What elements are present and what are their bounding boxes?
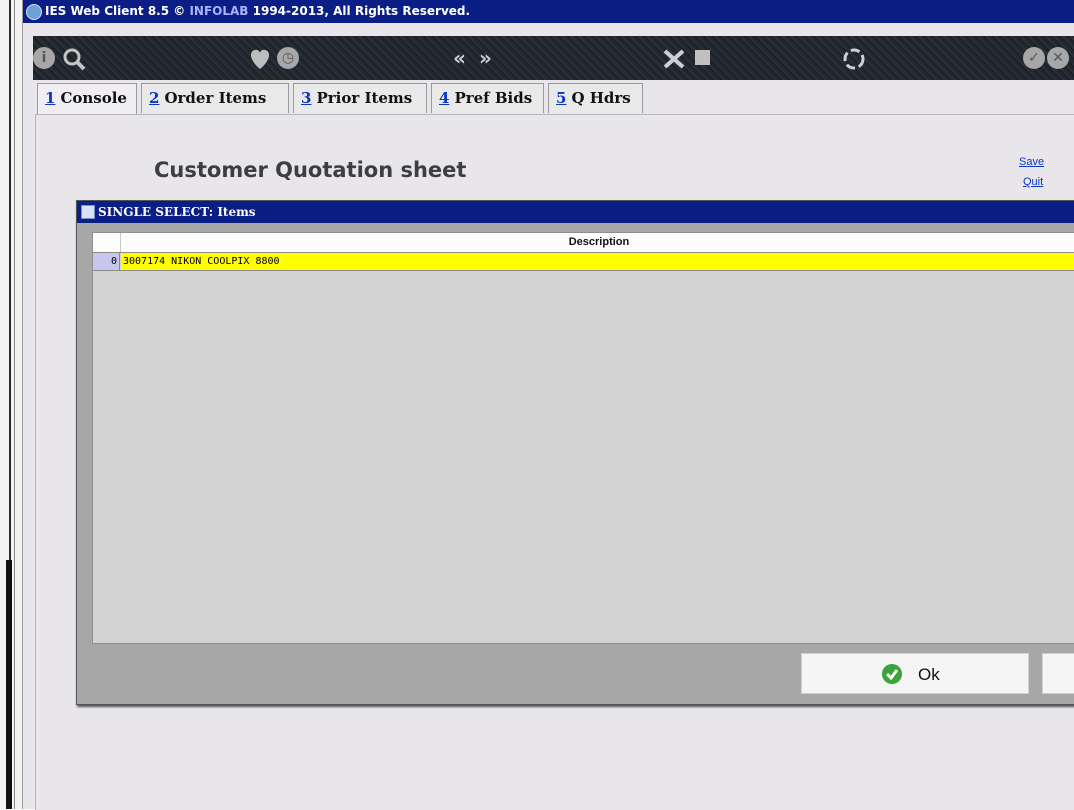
title-brand: INFOLAB bbox=[189, 4, 249, 18]
row-description[interactable]: 3007174 NIKON COOLPIX 8800 bbox=[121, 253, 1074, 270]
check-circle-icon bbox=[882, 664, 902, 684]
tab-label: Order Items bbox=[164, 89, 267, 107]
tab-label: Q Hdrs bbox=[571, 89, 631, 107]
window-titlebar: IES Web Client 8.5 © INFOLAB 1994-2013, … bbox=[23, 0, 1074, 23]
info-icon[interactable]: i bbox=[33, 47, 55, 69]
tab-label: Console bbox=[60, 89, 127, 107]
tab-number: 4 bbox=[439, 89, 450, 107]
left-edge bbox=[0, 0, 22, 809]
items-grid: Description 0 3007174 NIKON COOLPIX 8800 bbox=[92, 232, 1074, 644]
table-row[interactable]: 0 3007174 NIKON COOLPIX 8800 bbox=[93, 253, 1074, 271]
next-icon[interactable]: » bbox=[479, 47, 492, 69]
tab-number: 1 bbox=[45, 89, 56, 107]
tab-number: 3 bbox=[301, 89, 312, 107]
prev-icon[interactable]: « bbox=[453, 47, 466, 69]
tab-prior-items[interactable]: 3 Prior Items bbox=[293, 83, 427, 113]
heart-icon[interactable] bbox=[247, 47, 273, 75]
dialog-icon bbox=[81, 205, 95, 219]
window-title: IES Web Client 8.5 © INFOLAB 1994-2013, … bbox=[45, 4, 470, 18]
quit-link[interactable]: Quit bbox=[1023, 176, 1043, 188]
dialog-titlebar: SINGLE SELECT: Items bbox=[77, 201, 1074, 223]
title-prefix: IES Web Client 8.5 © bbox=[45, 4, 190, 18]
clock-icon[interactable]: ◷ bbox=[277, 47, 299, 69]
grid-corner bbox=[93, 233, 121, 252]
app-icon bbox=[26, 4, 42, 20]
ok-button[interactable]: Ok bbox=[801, 653, 1029, 694]
tab-number: 5 bbox=[556, 89, 567, 107]
toolbar: i ◷ « » ✓ ✕ bbox=[33, 36, 1074, 80]
tab-console[interactable]: 1 Console bbox=[37, 83, 137, 115]
single-select-dialog: SINGLE SELECT: Items Description 0 30071… bbox=[76, 200, 1074, 705]
grid-header: Description bbox=[93, 233, 1074, 253]
tab-label: Pref Bids bbox=[454, 89, 533, 107]
tab-order-items[interactable]: 2 Order Items bbox=[141, 83, 289, 113]
tab-label: Prior Items bbox=[316, 89, 413, 107]
tools-icon[interactable] bbox=[661, 47, 689, 75]
app-window: IES Web Client 8.5 © INFOLAB 1994-2013, … bbox=[22, 0, 1074, 810]
tab-pref-bids[interactable]: 4 Pref Bids bbox=[431, 83, 544, 113]
close-icon[interactable]: ✕ bbox=[1047, 47, 1069, 69]
page-title: Customer Quotation sheet bbox=[154, 158, 467, 182]
tab-q-hdrs[interactable]: 5Q Hdrs bbox=[548, 83, 643, 113]
search-icon[interactable] bbox=[61, 47, 87, 75]
tab-number: 2 bbox=[149, 89, 160, 107]
confirm-icon[interactable]: ✓ bbox=[1023, 47, 1045, 69]
column-header-description[interactable]: Description bbox=[121, 236, 1074, 248]
stop-icon[interactable] bbox=[693, 47, 713, 73]
row-index[interactable]: 0 bbox=[93, 253, 120, 270]
recycle-icon[interactable] bbox=[841, 47, 867, 75]
secondary-button[interactable] bbox=[1042, 653, 1074, 694]
save-link[interactable]: Save bbox=[1019, 156, 1044, 168]
ok-label: Ok bbox=[918, 665, 940, 684]
dialog-title: SINGLE SELECT: Items bbox=[98, 205, 256, 219]
title-suffix: 1994-2013, All Rights Reserved. bbox=[248, 4, 471, 18]
